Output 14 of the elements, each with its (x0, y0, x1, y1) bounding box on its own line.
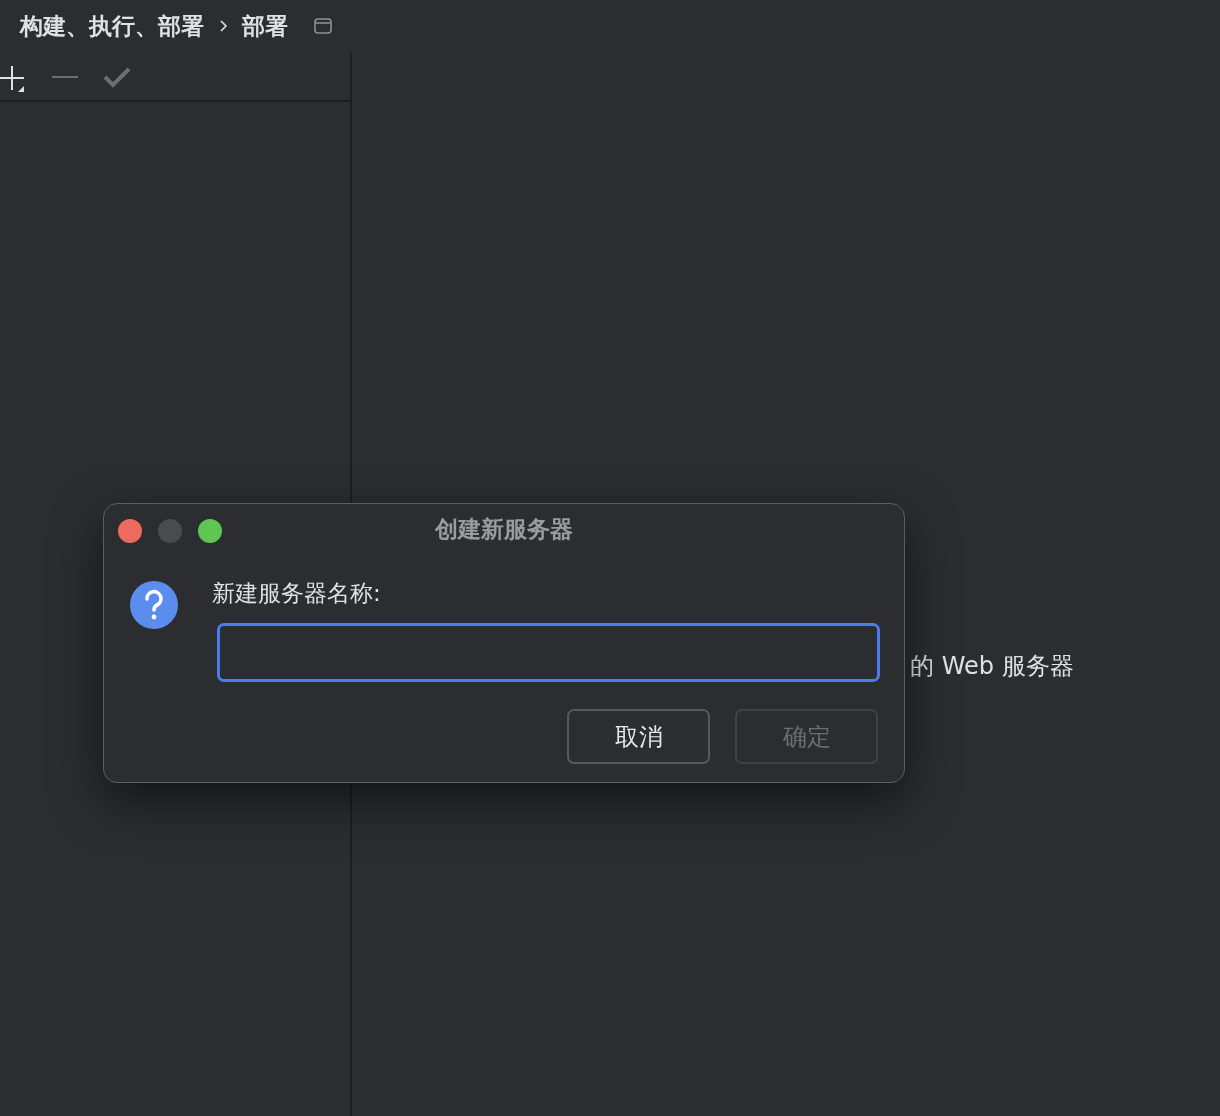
breadcrumb-item[interactable]: 构建、执行、部署 (20, 10, 204, 42)
window-icon[interactable] (314, 18, 332, 34)
hint-text: 的 Web 服务器 (910, 652, 1074, 680)
check-icon (103, 66, 131, 88)
dialog-title: 创建新服务器 (435, 515, 573, 544)
chevron-icon (218, 19, 228, 33)
zoom-button[interactable] (198, 519, 222, 543)
prompt-label: 新建服务器名称: (212, 579, 381, 608)
minus-icon (51, 75, 79, 79)
breadcrumb-item[interactable]: 部署 (242, 10, 288, 42)
server-name-field[interactable] (217, 623, 880, 682)
cancel-button[interactable]: 取消 (567, 709, 710, 764)
question-icon (130, 581, 178, 629)
close-button[interactable] (118, 519, 142, 543)
